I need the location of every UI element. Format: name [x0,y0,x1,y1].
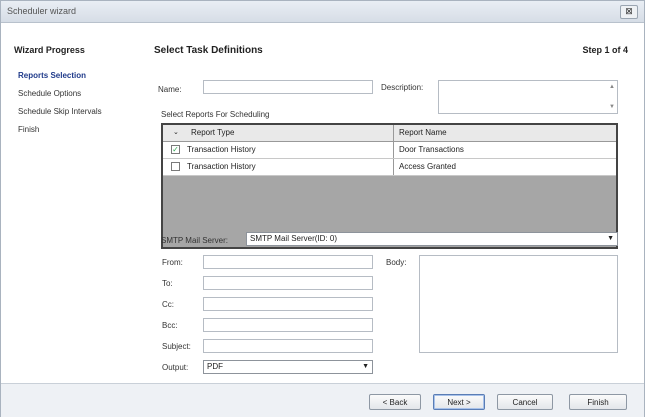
sort-chevron-icon[interactable]: ⌄ [173,128,179,136]
table-row[interactable]: ✓ Transaction History Door Transactions [163,142,616,159]
output-label: Output: [162,363,189,372]
from-label: From: [162,258,183,267]
report-type-cell: Transaction History [187,145,256,154]
subject-input[interactable] [203,339,373,353]
dropdown-arrow-icon[interactable]: ▼ [362,361,369,373]
cancel-button[interactable]: Cancel [497,394,553,410]
output-format-select[interactable]: PDF ▼ [203,360,373,374]
title-bar: Scheduler wizard ⊠ [1,1,644,23]
wizard-progress-sidebar: Wizard Progress Reports Selection Schedu… [1,23,141,383]
back-button[interactable]: < Back [369,394,421,410]
subject-label: Subject: [162,342,191,351]
scroll-down-icon[interactable]: ▼ [609,104,615,110]
row-checkbox[interactable] [171,162,180,171]
scroll-up-icon[interactable]: ▲ [609,84,615,90]
sidebar-item-finish[interactable]: Finish [18,125,39,134]
sidebar-item-schedule-options[interactable]: Schedule Options [18,89,81,98]
reports-section-label: Select Reports For Scheduling [161,110,270,119]
bcc-input[interactable] [203,318,373,332]
body-label: Body: [386,258,407,267]
cc-input[interactable] [203,297,373,311]
column-header-report-type[interactable]: Report Type [191,128,234,137]
smtp-server-label: SMTP Mail Server: [161,236,228,245]
step-indicator: Step 1 of 4 [582,45,628,55]
grid-header: ⌄ Report Type Report Name [163,125,616,142]
report-type-cell: Transaction History [187,162,256,171]
description-label: Description: [381,83,424,92]
window-title: Scheduler wizard [7,6,77,16]
report-name-cell: Door Transactions [399,145,464,154]
name-input[interactable] [203,80,373,94]
column-header-report-name[interactable]: Report Name [399,128,447,137]
smtp-server-value: SMTP Mail Server(ID: 0) [250,234,337,243]
from-input[interactable] [203,255,373,269]
scheduler-wizard-window: Scheduler wizard ⊠ Wizard Progress Repor… [0,0,645,417]
dropdown-arrow-icon[interactable]: ▼ [607,233,614,245]
page-title: Select Task Definitions [154,45,263,56]
output-format-value: PDF [207,362,223,371]
bcc-label: Bcc: [162,321,178,330]
sidebar-heading: Wizard Progress [14,45,85,55]
to-input[interactable] [203,276,373,290]
reports-grid: ⌄ Report Type Report Name ✓ Transaction … [161,123,618,249]
finish-button[interactable]: Finish [569,394,627,410]
row-checkbox[interactable]: ✓ [171,145,180,154]
sidebar-item-schedule-skip-intervals[interactable]: Schedule Skip Intervals [18,107,102,116]
report-name-cell: Access Granted [399,162,456,171]
to-label: To: [162,279,173,288]
cc-label: Cc: [162,300,174,309]
table-row[interactable]: Transaction History Access Granted [163,159,616,176]
name-label: Name: [158,85,182,94]
close-button[interactable]: ⊠ [620,5,638,19]
wizard-content: Wizard Progress Reports Selection Schedu… [1,23,644,383]
smtp-server-select[interactable]: SMTP Mail Server(ID: 0) ▼ [246,232,618,246]
wizard-footer: < Back Next > Cancel Finish [1,383,644,417]
sidebar-item-reports-selection[interactable]: Reports Selection [18,71,86,80]
description-textarea[interactable]: ▲ ▼ [438,80,618,114]
body-textarea[interactable] [419,255,618,353]
next-button[interactable]: Next > [433,394,485,410]
